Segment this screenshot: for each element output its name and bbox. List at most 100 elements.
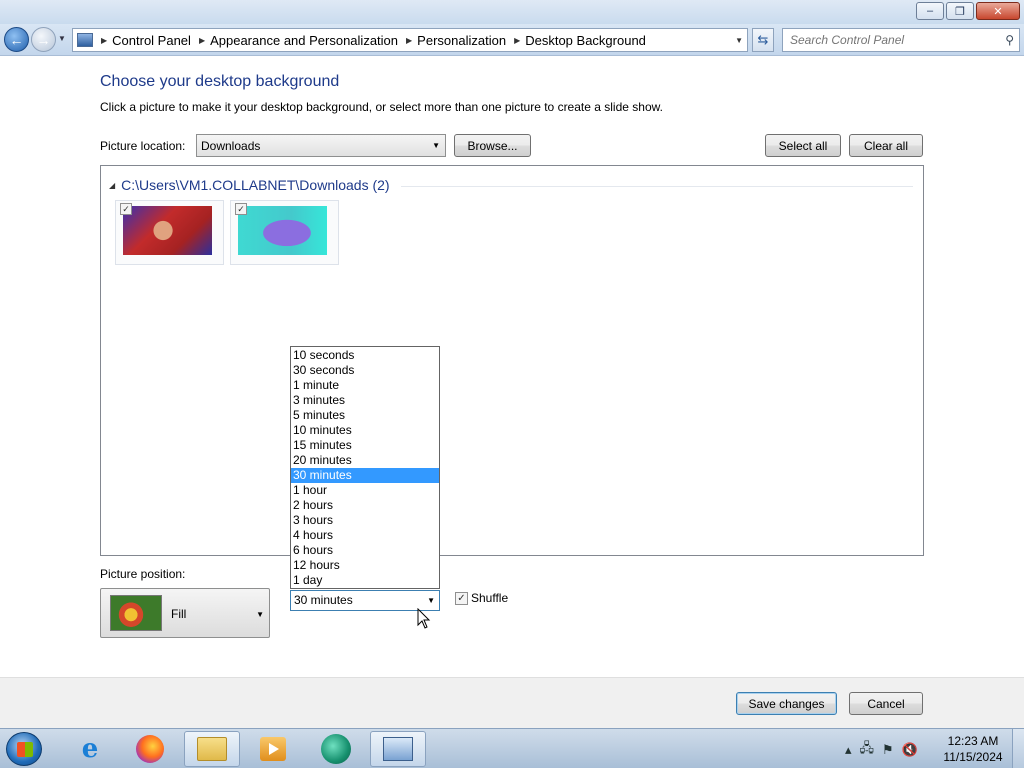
address-bar[interactable]: ▶ Control Panel ▶ Appearance and Persona…	[72, 28, 748, 52]
action-center-flag-icon[interactable]: ⚑	[882, 742, 894, 758]
picture-list: ◢ C:\Users\VM1.COLLABNET\Downloads (2) ✓…	[100, 165, 924, 556]
clock-date: 11/15/2024	[943, 750, 1003, 764]
purple-cat-image[interactable]	[238, 206, 327, 255]
interval-option[interactable]: 3 minutes	[291, 393, 439, 408]
arrow-right-icon: →	[36, 31, 51, 48]
group-divider	[401, 186, 913, 187]
thumbnail-checkbox[interactable]: ✓	[120, 203, 132, 215]
interval-option[interactable]: 10 minutes	[291, 423, 439, 438]
chevron-down-icon: ▼	[432, 141, 440, 150]
close-button[interactable]: ✕	[976, 2, 1020, 20]
volume-muted-icon[interactable]: 🔇	[902, 742, 918, 758]
search-icon[interactable]: ⚲	[1005, 33, 1014, 47]
fill-preview-image	[110, 595, 162, 631]
breadcrumb-desktop-background[interactable]: Desktop Background	[525, 33, 646, 48]
collapse-icon[interactable]: ◢	[109, 181, 115, 190]
interval-option[interactable]: 1 hour	[291, 483, 439, 498]
system-tray: ▴ 🖧 ⚑ 🔇	[845, 739, 918, 761]
folder-group-title: C:\Users\VM1.COLLABNET\Downloads (2)	[121, 177, 390, 193]
refresh-icon: ⇆	[757, 32, 769, 47]
address-dropdown-icon[interactable]: ▼	[735, 36, 743, 45]
interval-option[interactable]: 12 hours	[291, 558, 439, 573]
folder-group-header[interactable]: ◢ C:\Users\VM1.COLLABNET\Downloads (2)	[109, 177, 390, 193]
clock-time: 12:23 AM	[947, 734, 999, 748]
picture-thumbnail[interactable]: ✓	[230, 200, 339, 265]
back-button[interactable]: ←	[4, 27, 29, 52]
interval-option[interactable]: 3 hours	[291, 513, 439, 528]
select-all-button[interactable]: Select all	[765, 134, 841, 157]
taskbar-internet-explorer[interactable]: e	[62, 731, 118, 767]
recent-pages-dropdown[interactable]: ▼	[58, 34, 66, 43]
save-changes-button[interactable]: Save changes	[736, 692, 837, 715]
change-interval-value: 30 minutes	[294, 593, 353, 607]
maximize-button[interactable]: ❐	[946, 2, 974, 20]
network-icon[interactable]: 🖧	[860, 739, 875, 761]
chevron-down-icon: ▼	[256, 610, 264, 619]
control-panel-icon	[77, 33, 93, 47]
picture-location-select[interactable]: Downloads ▼	[196, 134, 446, 157]
change-interval-dropdown[interactable]: 10 seconds 30 seconds 1 minute 3 minutes…	[290, 346, 440, 589]
page-description: Click a picture to make it your desktop …	[100, 100, 663, 114]
chevron-right-icon[interactable]: ▶	[514, 36, 520, 45]
arrow-left-icon: ←	[9, 31, 24, 48]
chevron-right-icon[interactable]: ▶	[101, 36, 107, 45]
folder-icon	[197, 737, 227, 761]
chevron-down-icon: ▼	[427, 596, 435, 605]
taskbar-media-player[interactable]	[245, 731, 301, 767]
breadcrumb-personalization[interactable]: Personalization	[417, 33, 506, 48]
show-desktop-button[interactable]	[1012, 729, 1024, 768]
checkbox-checked-icon[interactable]: ✓	[455, 591, 468, 605]
minimize-button[interactable]: –	[916, 2, 944, 20]
taskbar: e ▴ 🖧 ⚑ 🔇 12:23 AM 11/15/2024	[0, 728, 1024, 768]
clear-all-button[interactable]: Clear all	[849, 134, 923, 157]
interval-option[interactable]: 1 day	[291, 573, 439, 588]
mouse-cursor-icon	[417, 608, 431, 629]
forward-button[interactable]: →	[31, 27, 56, 52]
picture-position-value: Fill	[171, 607, 187, 621]
browse-button[interactable]: Browse...	[454, 134, 531, 157]
show-hidden-icons-icon[interactable]: ▴	[845, 742, 852, 758]
picture-location-label: Picture location:	[100, 139, 186, 153]
breadcrumb-appearance[interactable]: Appearance and Personalization	[210, 33, 398, 48]
thumbnail-checkbox[interactable]: ✓	[235, 203, 247, 215]
chevron-right-icon[interactable]: ▶	[406, 36, 412, 45]
firefox-icon	[136, 735, 164, 763]
interval-option[interactable]: 2 hours	[291, 498, 439, 513]
interval-option[interactable]: 5 minutes	[291, 408, 439, 423]
windows-logo-icon	[17, 742, 33, 757]
internet-explorer-icon: e	[81, 734, 99, 764]
taskbar-browser-app[interactable]	[308, 731, 364, 767]
taskbar-explorer[interactable]	[184, 731, 240, 767]
start-button[interactable]	[6, 732, 42, 766]
interval-option[interactable]: 10 seconds	[291, 348, 439, 363]
taskbar-control-panel[interactable]	[370, 731, 426, 767]
search-box[interactable]: ⚲	[782, 28, 1020, 52]
interval-option[interactable]: 6 hours	[291, 543, 439, 558]
refresh-button[interactable]: ⇆	[752, 28, 774, 52]
window-controls: – ❐ ✕	[916, 2, 1020, 20]
taskbar-firefox[interactable]	[122, 731, 178, 767]
window-title-bar: – ❐ ✕	[0, 0, 1024, 24]
search-input[interactable]	[790, 33, 990, 47]
picture-thumbnail[interactable]: ✓	[115, 200, 224, 265]
clock[interactable]: 12:23 AM 11/15/2024	[940, 733, 1006, 765]
control-panel-icon	[383, 737, 413, 761]
picture-position-label: Picture position:	[100, 567, 186, 581]
interval-option[interactable]: 30 seconds	[291, 363, 439, 378]
shuffle-checkbox[interactable]: ✓ Shuffle	[455, 591, 508, 605]
cancel-button[interactable]: Cancel	[849, 692, 923, 715]
interval-option-selected[interactable]: 30 minutes	[291, 468, 439, 483]
interval-option[interactable]: 4 hours	[291, 528, 439, 543]
red-cartoon-image[interactable]	[123, 206, 212, 255]
picture-location-value: Downloads	[201, 139, 261, 153]
breadcrumb-control-panel[interactable]: Control Panel	[112, 33, 191, 48]
chevron-right-icon[interactable]: ▶	[199, 36, 205, 45]
page-title: Choose your desktop background	[100, 73, 340, 90]
shuffle-label: Shuffle	[471, 591, 509, 605]
interval-option[interactable]: 20 minutes	[291, 453, 439, 468]
navigation-bar: ← → ▼ ▶ Control Panel ▶ Appearance and P…	[0, 24, 1024, 56]
picture-position-select[interactable]: Fill ▼	[100, 588, 270, 638]
interval-option[interactable]: 1 minute	[291, 378, 439, 393]
interval-option[interactable]: 15 minutes	[291, 438, 439, 453]
globe-icon	[321, 734, 351, 764]
